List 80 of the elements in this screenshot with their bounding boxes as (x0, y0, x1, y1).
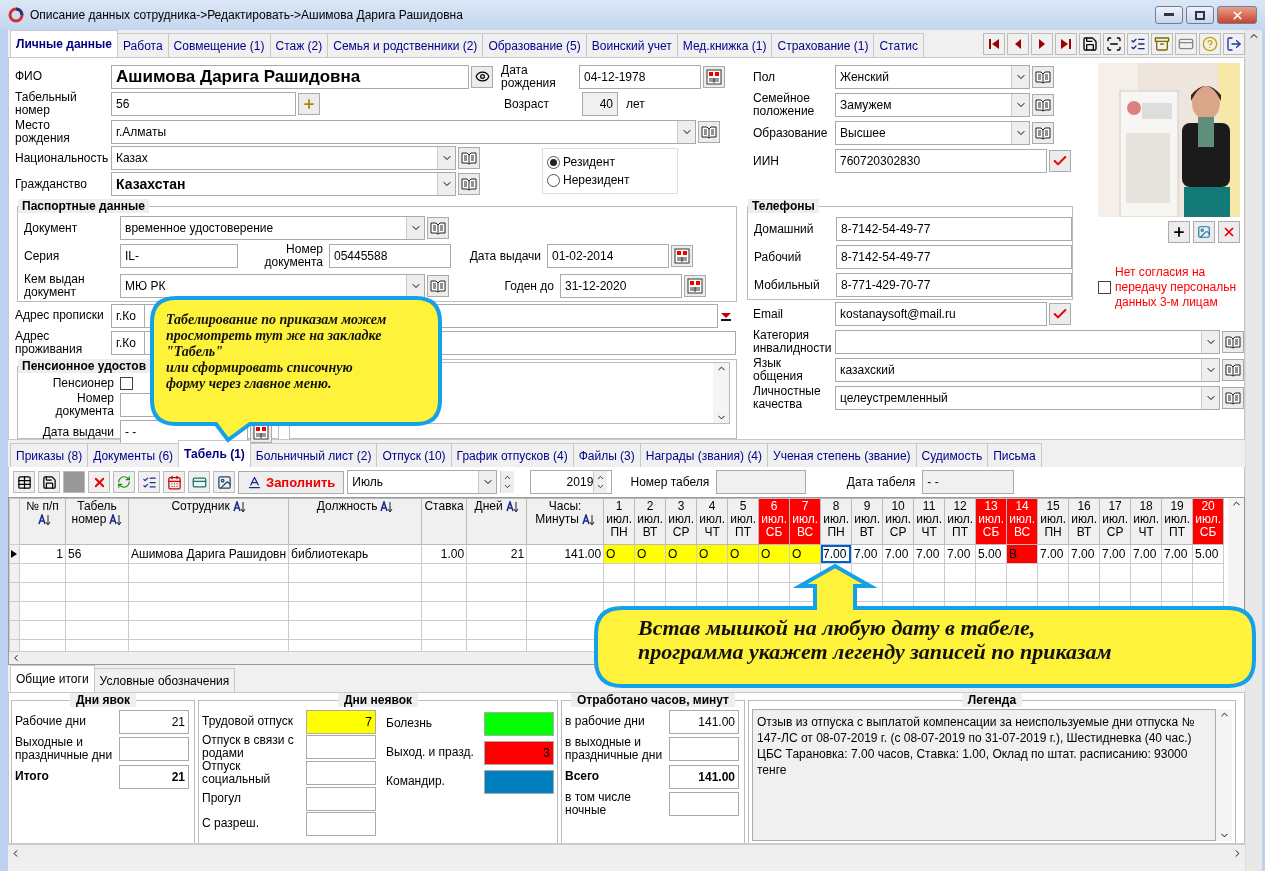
group-title: Телефоны (748, 199, 819, 213)
field-label: Дата выдачи (41, 425, 115, 439)
total-label: в том числе ночные (565, 791, 632, 817)
field-label: Пол (752, 70, 777, 84)
day-header: 15 июл. ПН (1037, 498, 1069, 545)
day-header: 20 июл. СБ (1192, 498, 1224, 545)
day-header: 3 июл. СР (665, 498, 697, 545)
day-header: 18 июл. ЧТ (1130, 498, 1162, 545)
field-label: Номер документа (263, 243, 324, 270)
column-header: Ставка (421, 498, 467, 545)
day-header: 1 июл. ПН (603, 498, 635, 545)
total-label: Всего (565, 770, 601, 783)
field-label: Серия (23, 249, 61, 263)
day-header: 10 июл. СР (882, 498, 914, 545)
field-label: Адрес прописки (14, 309, 105, 323)
day-header: 11 июл. ЧТ (913, 498, 945, 545)
day-header: 6 июл. СБ (758, 498, 790, 545)
field-label: Язык общения (752, 357, 804, 383)
field-label: Адрес проживания (14, 330, 84, 357)
field-label: ИИН (752, 154, 780, 168)
day-header: 14 июл. ВС (1006, 498, 1038, 545)
field-label: Дата рождения (500, 63, 557, 90)
field-label: Место рождения (14, 118, 71, 145)
day-header: 8 июл. ПН (820, 498, 852, 545)
day-header: 5 июл. ПТ (727, 498, 759, 545)
tooltip-text: Встав мышкой на любую дату в табеле, программа укажет легенду записей по приказам (638, 616, 1112, 664)
group-title: Дни неявок (338, 694, 418, 707)
field-label: ФИО (14, 70, 44, 84)
field-label: Образование (752, 126, 829, 140)
total-label: Итого (15, 770, 50, 783)
field-label: Категория инвалидности (752, 329, 833, 355)
field-label: Личностные качества (752, 385, 822, 411)
field-label: Номер документа (54, 392, 115, 419)
field-label: Семейное положение (752, 92, 816, 118)
field-label: Табельный номер (14, 91, 78, 118)
field-label: Кем выдан документ (23, 273, 86, 300)
day-header: 7 июл. ВС (789, 498, 821, 545)
group-title: Дни явок (69, 694, 137, 707)
field-label: Пенсионер (51, 376, 115, 390)
day-header: 4 июл. ЧТ (696, 498, 728, 545)
total-label: Отпуск социальный (202, 760, 272, 786)
tooltip-text: Табелирование по приказам можем просмотреть тут же на закладке "Табель" или сформировать списочную форму через главное меню. (166, 312, 387, 392)
total-label: Прогул (202, 792, 243, 805)
window-title: Описание данных сотрудника->Редактировать->Ашимова Дарига Рашидовна (30, 8, 463, 22)
legend-text: Отзыв из отпуска с выплатой компенсации за неиспользуемые дни отпуска № 147-ЛС от 08-07-2019 г. (с 08-07-2019 по 31-07-2019 г.), Шестидневка (40 час.) ЦБС Тарановка: 7.00 часов, Ставка: 1.00, Оклад по штат. расписанию: 93000 тенге (752, 709, 1216, 841)
group-title: Пенсионное удостов (18, 359, 151, 374)
field-label: Мобильный (753, 278, 821, 292)
field-label: Возраст (503, 97, 550, 111)
field-label: Документ (23, 221, 79, 235)
field-label: Национальность (14, 151, 109, 165)
consent-label: Нет согласия на передачу персональн данных 3-м лицам (1115, 265, 1237, 310)
total-label: Трудовой отпуск (202, 715, 294, 728)
group-title: Отработано часов, минут (571, 694, 735, 707)
group-title: Паспортные данные (18, 199, 149, 214)
field-label: Номер табеля (629, 475, 711, 489)
day-header: 13 июл. СБ (975, 498, 1007, 545)
total-label: Командир. (386, 775, 446, 788)
total-label: в выходные и праздничные дни (565, 736, 664, 762)
day-header: 16 июл. ВТ (1068, 498, 1100, 545)
total-label: в рабочие дни (565, 715, 646, 728)
day-header: 12 июл. ПТ (944, 498, 976, 545)
field-label: Домашний (753, 222, 815, 236)
group-title: Легенда (961, 694, 1023, 707)
field-label: Email (752, 307, 784, 321)
total-label: С разреш. (202, 817, 261, 830)
day-header: 17 июл. СР (1099, 498, 1131, 545)
total-label: Болезнь (386, 717, 434, 730)
field-label: Годен до (503, 279, 555, 293)
day-header: 19 июл. ПТ (1161, 498, 1193, 545)
day-header: 2 июл. ВТ (634, 498, 666, 545)
field-label: Дата табеля (845, 475, 917, 489)
total-label: Выходные и праздничные дни (15, 736, 114, 762)
day-header: 9 июл. ВТ (851, 498, 883, 545)
field-label: лет (625, 97, 646, 111)
total-label: Отпуск в связи с родами (202, 734, 295, 760)
field-label: Гражданство (14, 177, 88, 191)
total-label: Рабочие дни (15, 715, 87, 728)
field-label: Дата выдачи (468, 249, 542, 263)
total-label: Выход. и празд. (386, 746, 475, 759)
field-label: Рабочий (753, 250, 803, 264)
